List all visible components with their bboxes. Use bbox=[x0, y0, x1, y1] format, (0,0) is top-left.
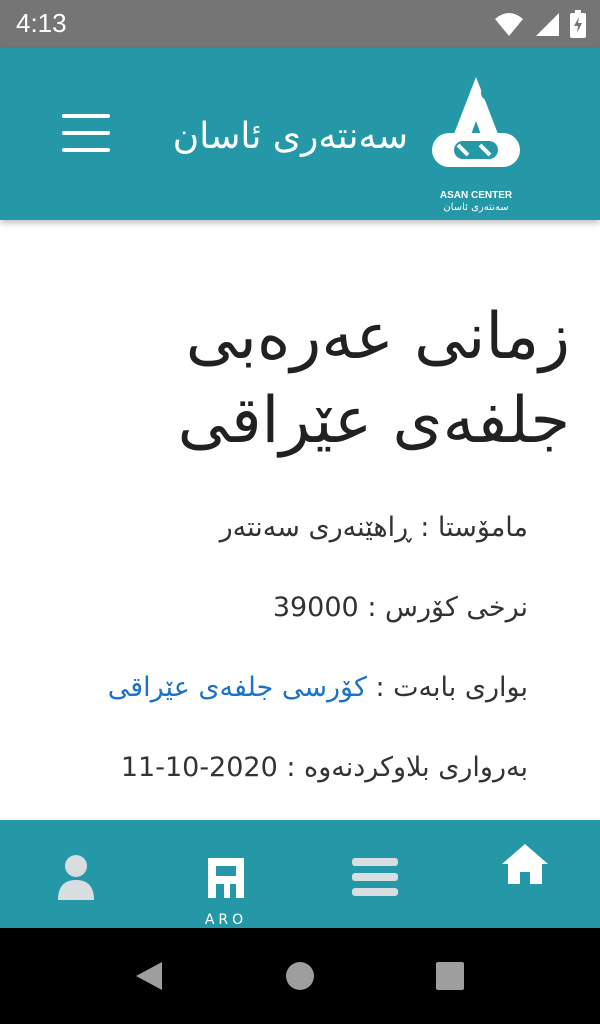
back-icon[interactable] bbox=[134, 960, 164, 992]
aro-text: ARO bbox=[205, 912, 247, 926]
date-row: بەرواری بلاوکردنەوە : 11-10-2020 bbox=[28, 752, 528, 783]
article-title-line1: زمانی عەرەبی bbox=[185, 300, 570, 374]
teacher-value: ڕاهێنەری سەنتەر bbox=[219, 512, 412, 543]
status-time: 4:13 bbox=[16, 8, 67, 38]
list-icon bbox=[352, 858, 398, 896]
user-icon bbox=[58, 855, 94, 900]
home-icon bbox=[502, 844, 548, 884]
signal-icon bbox=[536, 13, 559, 36]
date-label: بەرواری بلاوکردنەوە : bbox=[286, 752, 528, 783]
nav-aro[interactable]: ARO bbox=[204, 854, 248, 930]
header-title: سەنتەری ئاسان bbox=[172, 116, 408, 157]
logo-text-en: ASAN CENTER bbox=[439, 190, 513, 201]
bottom-navigation: ARO bbox=[0, 820, 600, 928]
battery-icon bbox=[570, 10, 586, 38]
article-title-line2: جلفەی عێراقی bbox=[177, 384, 570, 458]
status-bar: 4:13 bbox=[0, 0, 600, 48]
recents-icon[interactable] bbox=[436, 962, 464, 990]
article-content: زمانی عەرەبی جلفەی عێراقی مامۆستا : ڕاهێ… bbox=[0, 220, 600, 820]
status-icons bbox=[494, 10, 586, 38]
logo-text-ku: سەنتەری ئاسان bbox=[443, 202, 509, 213]
price-label: نرخی کۆرس : bbox=[367, 592, 528, 623]
asan-center-logo[interactable]: ASAN CENTER سەنتەری ئاسان bbox=[428, 73, 524, 213]
wifi-icon bbox=[495, 13, 523, 36]
app-header: سەنتەری ئاسان ASAN CENTER سەنتەری ئاسان bbox=[0, 48, 600, 220]
topic-link[interactable]: کۆرسی جلفەی عێراقی bbox=[108, 672, 367, 703]
teacher-row: مامۆستا : ڕاهێنەری سەنتەر bbox=[28, 512, 528, 543]
nav-home[interactable] bbox=[500, 842, 550, 890]
nav-profile[interactable] bbox=[56, 854, 96, 904]
teacher-label: مامۆستا : bbox=[420, 512, 528, 543]
price-row: نرخی کۆرس : 39000 bbox=[28, 592, 528, 623]
topic-label: بواری بابەت : bbox=[375, 672, 528, 703]
topic-row: بواری بابەت : کۆرسی جلفەی عێراقی bbox=[28, 672, 528, 703]
asan-logo-icon bbox=[432, 77, 520, 167]
menu-hamburger-icon[interactable] bbox=[62, 114, 110, 152]
price-value: 39000 bbox=[272, 592, 359, 623]
home-circle-icon[interactable] bbox=[285, 961, 315, 991]
date-value: 11-10-2020 bbox=[120, 752, 278, 783]
article-title: زمانی عەرەبی جلفەی عێراقی bbox=[30, 295, 570, 463]
nav-list[interactable] bbox=[352, 858, 398, 900]
system-navigation-bar bbox=[0, 928, 600, 1024]
aro-logo-icon: ARO bbox=[205, 858, 247, 928]
